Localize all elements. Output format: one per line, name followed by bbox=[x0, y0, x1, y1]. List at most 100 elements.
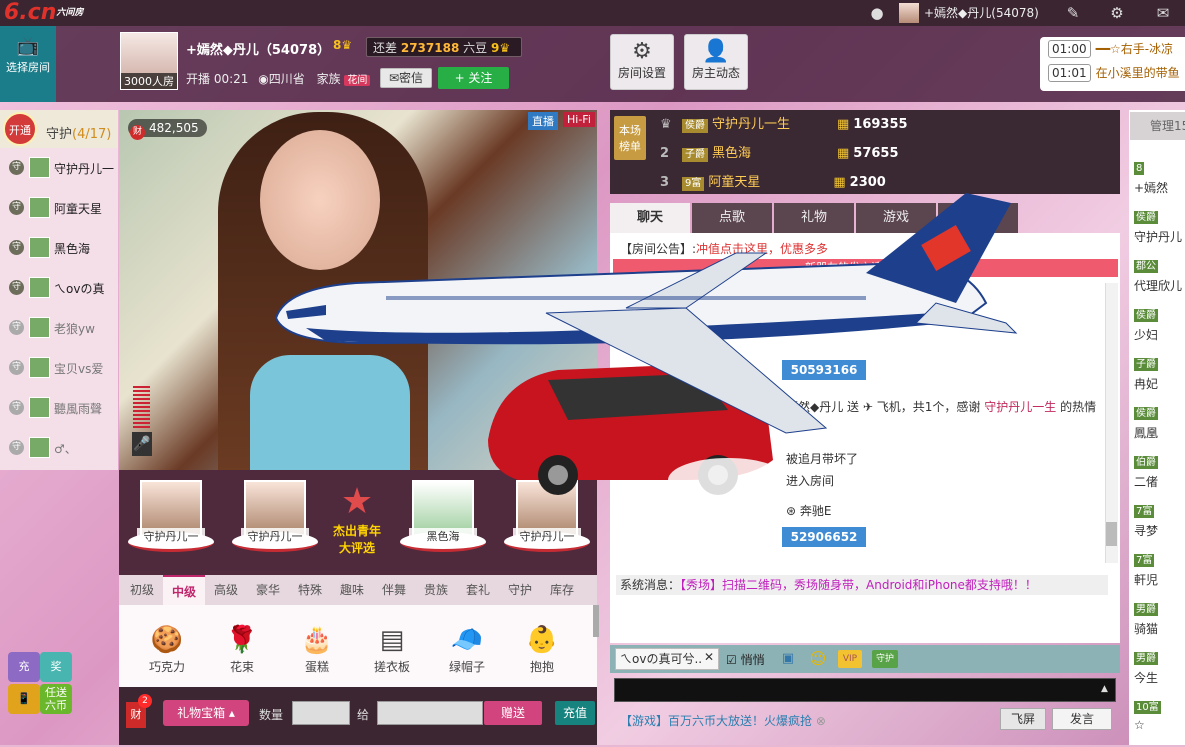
guard-emoji-icon[interactable]: 守护 bbox=[872, 650, 898, 668]
mobile-icon[interactable]: 📱 bbox=[8, 684, 40, 714]
user-list-row[interactable]: 侯爵 鳳凰 bbox=[1134, 405, 1185, 453]
chat-scroll-thumb[interactable] bbox=[1106, 522, 1117, 546]
award-button[interactable]: 奖 bbox=[40, 652, 72, 682]
vip-icon[interactable]: VIP bbox=[838, 650, 862, 668]
system-message-link[interactable]: 【秀场】扫描二维码，秀场随身带，Android和iPhone都支持哦！！ bbox=[680, 578, 1037, 592]
gift-item[interactable]: 🍪 巧克力 bbox=[141, 622, 193, 675]
user-list-row[interactable]: 8 +嫣然 bbox=[1134, 160, 1185, 208]
user-list-row[interactable]: 男爵 今生 bbox=[1134, 650, 1185, 698]
site-logo[interactable]: 6.cn六间房 bbox=[4, 0, 83, 26]
gift-tab[interactable]: 套礼 bbox=[457, 575, 499, 605]
anchor-level-badge: 8♛ bbox=[333, 38, 353, 52]
user-list-row[interactable]: 侯爵 少妇 bbox=[1134, 307, 1185, 355]
green-hat-icon: 🧢 bbox=[450, 625, 484, 655]
rank-name: 守护丹儿一生 bbox=[712, 117, 791, 132]
user-list-tab[interactable]: 管理15 bbox=[1130, 112, 1185, 140]
live-duration: 开播 00:21 bbox=[186, 72, 249, 86]
recipient-input[interactable] bbox=[377, 701, 483, 725]
chat-scrollbar[interactable] bbox=[1105, 283, 1118, 563]
chat-message: 进入房间 bbox=[786, 474, 835, 488]
gift-tab[interactable]: 库存 bbox=[541, 575, 583, 605]
guard-member-row[interactable]: 守 ♂、 bbox=[0, 428, 118, 468]
hifi-tag[interactable]: Hi-Fi bbox=[563, 112, 595, 127]
edit-icon[interactable]: ✎ bbox=[1062, 3, 1084, 23]
gift-item[interactable]: 👶 抱抱 bbox=[516, 622, 568, 675]
select-room-button[interactable]: 📺 选择房间 bbox=[0, 26, 56, 102]
live-tag[interactable]: 直播 bbox=[528, 112, 558, 130]
guard-shield-icon: 守 bbox=[9, 240, 24, 255]
gift-tab[interactable]: 初级 bbox=[121, 575, 163, 605]
open-guard-button[interactable]: 开通 bbox=[3, 112, 37, 146]
gift-tab[interactable]: 伴舞 bbox=[373, 575, 415, 605]
rank-row[interactable]: ♛ 侯爵 守护丹儿一生 ▦ 169355 bbox=[660, 112, 1110, 138]
user-list-row[interactable]: 侯爵 守护丹儿 bbox=[1134, 209, 1185, 257]
emoji-icon[interactable]: ☺ bbox=[808, 650, 828, 668]
guard-member-row[interactable]: 守 宝贝vs爱 bbox=[0, 348, 118, 388]
user-rank-tag: 男爵 bbox=[1134, 652, 1158, 665]
gift-tab[interactable]: 中级 bbox=[163, 575, 205, 605]
guardian-card[interactable]: 守护丹儿一 bbox=[232, 480, 318, 564]
microphone-icon[interactable]: 🎤 bbox=[132, 432, 152, 456]
user-list-row[interactable]: 男爵 骑猫 bbox=[1134, 601, 1185, 649]
give-button[interactable]: 赠送 bbox=[484, 701, 542, 725]
user-list-row[interactable]: 10富 ☆ bbox=[1134, 699, 1185, 747]
user-name: 守护丹儿 bbox=[1134, 230, 1183, 244]
room-settings-button[interactable]: ⚙ 房间设置 bbox=[610, 34, 674, 90]
gift-item[interactable]: 🧢 绿帽子 bbox=[441, 622, 493, 675]
close-icon[interactable]: ✕ bbox=[704, 650, 714, 664]
family-tag[interactable]: 花间 bbox=[344, 75, 371, 86]
guard-member-row[interactable]: 守 老狼yw bbox=[0, 308, 118, 348]
gift-tab[interactable]: 贵族 bbox=[415, 575, 457, 605]
status-dot-icon[interactable]: ● bbox=[866, 3, 888, 23]
gear-icon[interactable]: ⚙ bbox=[1106, 3, 1128, 23]
gift-item[interactable]: 🎂 蛋糕 bbox=[291, 622, 343, 675]
game-promo-link[interactable]: 【游戏】百万六币大放送！火爆疯抢 ⊗ bbox=[620, 712, 826, 729]
gift-tab[interactable]: 守护 bbox=[499, 575, 541, 605]
send-coins-button[interactable]: 任送 六币 bbox=[40, 684, 72, 714]
user-list-row[interactable]: 伯爵 二偖 bbox=[1134, 454, 1185, 502]
anchor-avatar[interactable]: 3000人房 bbox=[120, 32, 178, 90]
whisper-checkbox[interactable]: ☑ 悄悄 bbox=[726, 651, 765, 668]
guardian-card[interactable]: 黑色海 bbox=[400, 480, 486, 564]
user-list-row[interactable]: 郡公 代理欣儿 bbox=[1134, 258, 1185, 306]
user-list-row[interactable]: 子爵 冉妃 bbox=[1134, 356, 1185, 404]
guard-member-row[interactable]: 守 黑色海 bbox=[0, 228, 118, 268]
send-message-button[interactable]: 发言 bbox=[1052, 708, 1112, 730]
fly-screen-button[interactable]: 飞屏 bbox=[1000, 708, 1046, 730]
rank-value: 2300 bbox=[849, 175, 886, 190]
guard-member-row[interactable]: 守 守护丹儿一 bbox=[0, 148, 118, 188]
image-icon[interactable]: ▣ bbox=[778, 650, 798, 668]
notice-row[interactable]: 01:01 在小溪里的带鱼 bbox=[1040, 61, 1185, 85]
gift-tab[interactable]: 趣味 bbox=[331, 575, 373, 605]
anchor-name[interactable]: +嫣然◆丹儿（54078） bbox=[186, 39, 330, 58]
quantity-input[interactable] bbox=[292, 701, 350, 725]
gift-item[interactable]: 🌹 花束 bbox=[216, 622, 268, 675]
youth-award-badge[interactable]: ★ 杰出青年 大评选 bbox=[332, 482, 382, 562]
expand-icon[interactable]: ▲ bbox=[1101, 684, 1108, 694]
owner-feed-button[interactable]: 👤 房主动态 bbox=[684, 34, 748, 90]
mail-icon[interactable]: ✉ bbox=[1152, 3, 1174, 23]
charge-button[interactable]: 充 bbox=[8, 652, 40, 682]
user-list-row[interactable]: 7富 軒児 bbox=[1134, 552, 1185, 600]
tv-icon: 📺 bbox=[16, 36, 40, 57]
notice-row[interactable]: 01:00 ━━☆右手-冰凉 bbox=[1040, 37, 1185, 61]
gift-tab[interactable]: 特殊 bbox=[289, 575, 331, 605]
gift-box-button[interactable]: 礼物宝箱 ▴ bbox=[163, 700, 249, 726]
gift-tab[interactable]: 豪华 bbox=[247, 575, 289, 605]
guard-title: 守护(4/17) bbox=[46, 127, 112, 142]
guard-member-row[interactable]: 守 聽風雨聲 bbox=[0, 388, 118, 428]
follow-button[interactable]: + 关注 bbox=[438, 67, 509, 89]
guard-member-row[interactable]: 守 ㄟovの真 bbox=[0, 268, 118, 308]
rank-row[interactable]: 2 子爵 黑色海 ▦ 57655 bbox=[660, 141, 1110, 167]
gift-item[interactable]: ▤ 搓衣板 bbox=[366, 622, 418, 675]
guardian-card[interactable]: 守护丹儿一 bbox=[128, 480, 214, 564]
user-avatar[interactable] bbox=[899, 3, 919, 23]
user-name[interactable]: +嫣然◆丹儿(54078) bbox=[924, 0, 1045, 26]
gift-tab[interactable]: 高级 bbox=[205, 575, 247, 605]
user-list-row[interactable]: 7富 寻梦 bbox=[1134, 503, 1185, 551]
recharge-button[interactable]: 充值 bbox=[555, 701, 595, 725]
gift-scrollbar[interactable] bbox=[593, 605, 599, 637]
chat-input[interactable] bbox=[614, 678, 1116, 702]
guard-member-row[interactable]: 守 阿童天星 bbox=[0, 188, 118, 228]
private-message-button[interactable]: ✉密信 bbox=[380, 68, 432, 88]
